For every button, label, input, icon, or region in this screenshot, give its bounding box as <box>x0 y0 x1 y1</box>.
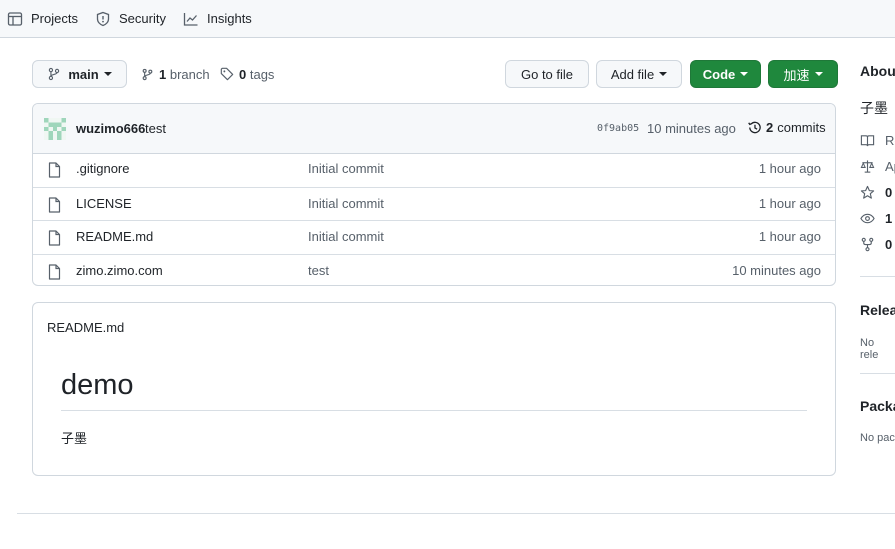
license-link[interactable]: Ap <box>860 159 895 174</box>
packages-text: No pac <box>860 432 895 444</box>
file-commit-message[interactable]: Initial commit <box>308 161 384 176</box>
go-to-file-label: Go to file <box>520 66 574 82</box>
caret-down-icon <box>659 72 668 76</box>
file-age: 10 minutes ago <box>732 263 821 278</box>
file-list-box: wuzimo666 test 0f9ab05 10 minutes ago 2 … <box>32 103 836 286</box>
file-icon <box>48 230 61 246</box>
git-branch-icon <box>47 67 61 81</box>
file-row[interactable]: zimo.zimo.com test 10 minutes ago <box>33 254 835 285</box>
readme-link-label: Re <box>885 133 895 148</box>
branches-link[interactable]: 1 branch <box>141 60 210 88</box>
avatar[interactable] <box>44 118 66 140</box>
watchers-link[interactable]: 1 <box>860 211 892 226</box>
file-row[interactable]: .gitignore Initial commit 1 hour ago <box>33 153 835 186</box>
readme-body: 子墨 <box>61 432 88 447</box>
go-to-file-button[interactable]: Go to file <box>505 60 589 88</box>
releases-title[interactable]: Relea <box>860 302 895 318</box>
branch-select-label: main <box>68 66 99 82</box>
file-row[interactable]: README.md Initial commit 1 hour ago <box>33 220 835 253</box>
tab-insights-label: Insights <box>207 11 252 26</box>
about-title: Abou <box>860 63 895 79</box>
graph-icon <box>183 11 199 27</box>
tag-label: tags <box>249 66 275 82</box>
file-age: 1 hour ago <box>758 196 821 211</box>
tab-insights[interactable]: Insights <box>183 0 252 37</box>
history-icon <box>747 120 762 135</box>
file-commit-message[interactable]: Initial commit <box>308 196 384 211</box>
file-icon <box>48 264 61 280</box>
eye-icon <box>860 211 875 226</box>
releases-text: No rele <box>860 337 879 361</box>
file-commit-message[interactable]: test <box>308 263 329 278</box>
tags-link[interactable]: 0 tags <box>220 60 274 88</box>
commit-hash[interactable]: 0f9ab05 <box>597 123 639 134</box>
fork-icon <box>860 237 875 252</box>
sidebar-divider <box>860 276 895 277</box>
stars-count: 0 <box>885 185 893 200</box>
commit-time: 10 minutes ago <box>647 121 736 136</box>
commit-count-label: commits <box>777 120 826 135</box>
branch-select-button[interactable]: main <box>32 60 127 88</box>
file-name[interactable]: zimo.zimo.com <box>76 263 163 278</box>
tab-projects-label: Projects <box>31 11 78 26</box>
file-row[interactable]: LICENSE Initial commit 1 hour ago <box>33 187 835 220</box>
accelerate-button[interactable]: 加速 <box>768 60 838 88</box>
branch-label: branch <box>169 66 210 82</box>
commit-message[interactable]: test <box>145 121 166 136</box>
tag-icon <box>220 67 234 81</box>
caret-down-icon <box>103 72 112 76</box>
tag-count: 0 <box>239 66 247 82</box>
commit-author[interactable]: wuzimo666 <box>76 121 145 136</box>
tab-security-label: Security <box>119 11 166 26</box>
file-commit-message[interactable]: Initial commit <box>308 229 384 244</box>
caret-down-icon <box>814 72 823 76</box>
file-name[interactable]: LICENSE <box>76 196 132 211</box>
tab-projects[interactable]: Projects <box>7 0 78 37</box>
repo-nav: Projects Security Insights <box>0 0 895 38</box>
law-icon <box>860 159 875 174</box>
commits-link[interactable]: 2 commits <box>747 120 826 135</box>
tab-security[interactable]: Security <box>95 0 166 37</box>
file-icon <box>48 162 61 178</box>
file-icon <box>48 197 61 213</box>
code-button[interactable]: Code <box>690 60 761 88</box>
forks-count: 0 <box>885 237 893 252</box>
table-icon <box>7 11 23 27</box>
branch-count: 1 <box>159 66 167 82</box>
file-age: 1 hour ago <box>758 161 821 176</box>
file-name[interactable]: README.md <box>76 229 153 244</box>
add-file-label: Add file <box>610 66 655 82</box>
readme-box: README.md demo 子墨 <box>32 302 836 476</box>
watchers-count: 1 <box>885 211 893 226</box>
star-icon <box>860 185 875 200</box>
file-age: 1 hour ago <box>758 229 821 244</box>
book-icon <box>860 133 875 148</box>
code-label: Code <box>702 66 736 82</box>
commit-count: 2 <box>766 120 774 135</box>
stars-link[interactable]: 0 <box>860 185 892 200</box>
readme-filename[interactable]: README.md <box>47 320 124 335</box>
packages-title[interactable]: Packa <box>860 398 895 414</box>
caret-down-icon <box>740 72 749 76</box>
readme-link[interactable]: Re <box>860 133 895 148</box>
about-description: 子墨 <box>860 101 888 117</box>
shield-icon <box>95 11 111 27</box>
readme-heading: demo <box>61 369 134 401</box>
forks-link[interactable]: 0 <box>860 237 892 252</box>
latest-commit-bar: wuzimo666 test 0f9ab05 10 minutes ago 2 … <box>33 104 835 154</box>
accelerate-label: 加速 <box>783 68 810 84</box>
add-file-button[interactable]: Add file <box>596 60 682 88</box>
readme-heading-divider <box>61 410 807 411</box>
license-link-label: Ap <box>885 159 895 174</box>
file-name[interactable]: .gitignore <box>76 161 129 176</box>
sidebar-divider <box>860 373 895 374</box>
git-branch-icon <box>141 68 154 81</box>
footer-divider <box>17 513 895 514</box>
